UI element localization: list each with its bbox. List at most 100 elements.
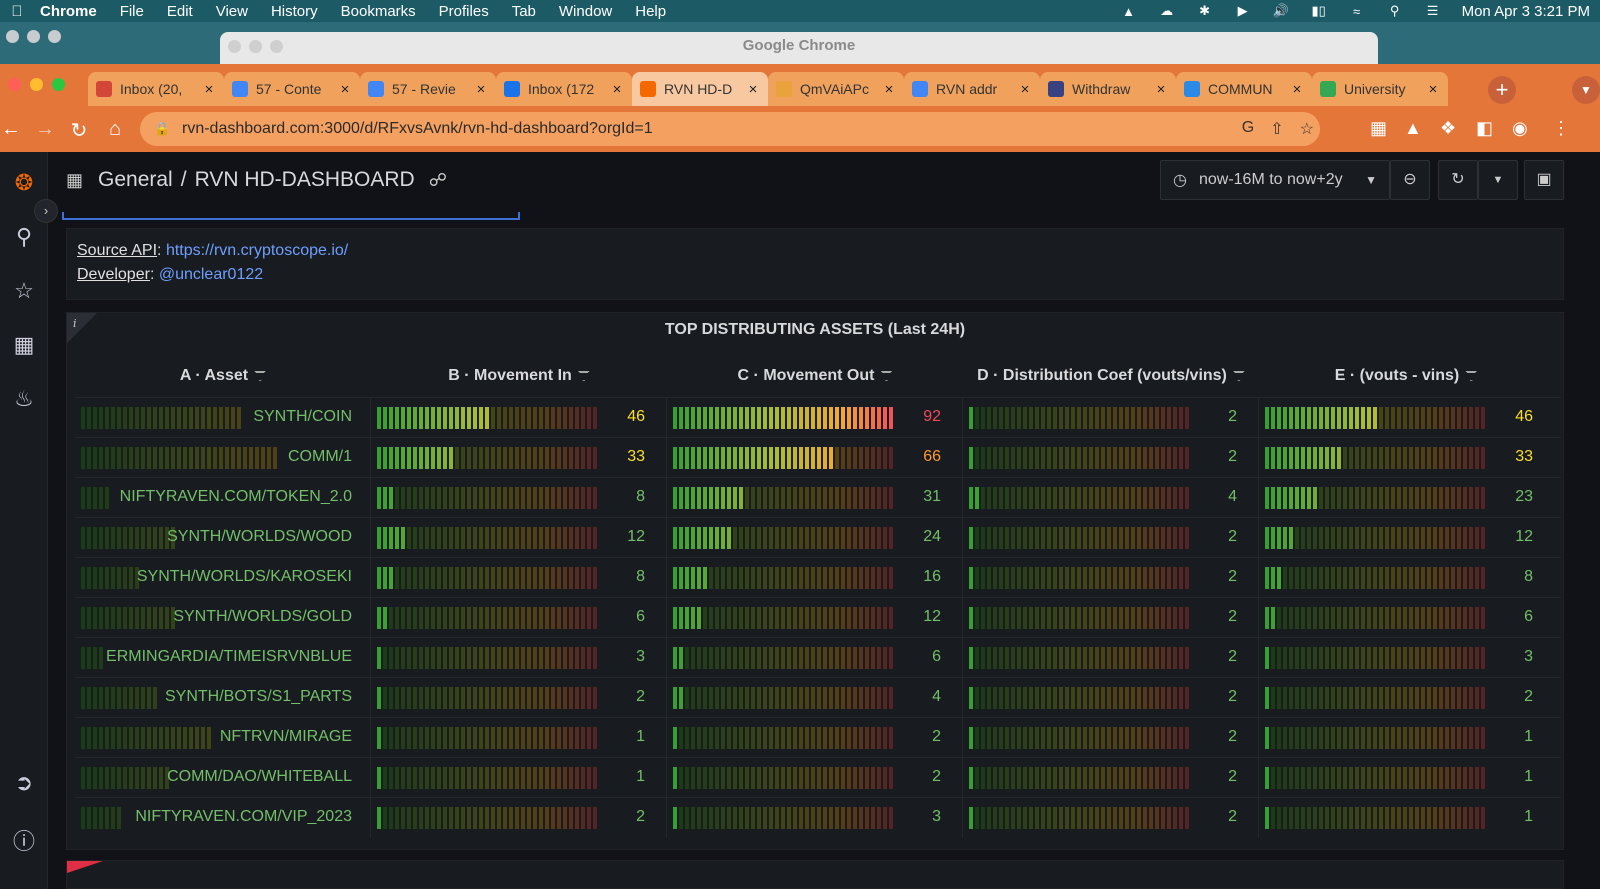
source-api-link[interactable]: https://rvn.cryptoscope.io/: [166, 242, 348, 259]
tab-label[interactable]: COMMUN: [1208, 81, 1290, 97]
kebab-menu-icon[interactable]: ⋮: [1552, 118, 1570, 139]
time-range-picker[interactable]: ◷ now-16M to now+2y ▼: [1160, 160, 1390, 200]
column-header-0[interactable]: A · Asset: [75, 367, 371, 391]
asset-name[interactable]: SYNTH/WORLDS/WOOD: [167, 528, 352, 546]
refresh-button[interactable]: ↻: [1438, 160, 1478, 200]
search-icon[interactable]: ⚲: [0, 224, 48, 250]
google-lens-icon[interactable]: G: [1242, 119, 1254, 139]
breadcrumb-folder[interactable]: General: [98, 168, 173, 192]
tab-label[interactable]: 57 - Revie: [392, 81, 474, 97]
address-bar[interactable]: 🔒 rvn-dashboard.com:3000/d/RFxvsAvnk/rvn…: [140, 112, 1320, 146]
lock-icon[interactable]: 🔒: [154, 121, 170, 137]
close-tab-icon[interactable]: ×: [610, 81, 624, 98]
asset-name[interactable]: NIFTYRAVEN.COM/VIP_2023: [135, 808, 352, 826]
starred-icon[interactable]: ☆: [0, 278, 48, 304]
tab-label[interactable]: RVN HD-D: [664, 81, 746, 97]
asset-name[interactable]: SYNTH/COIN: [253, 408, 352, 426]
play-icon[interactable]: ▶: [1234, 3, 1252, 18]
url-text[interactable]: rvn-dashboard.com:3000/d/RFxvsAvnk/rvn-h…: [182, 120, 653, 138]
filter-icon[interactable]: [577, 370, 590, 381]
menu-edit[interactable]: Edit: [167, 3, 193, 20]
menu-help[interactable]: Help: [635, 3, 666, 20]
tab-5[interactable]: QmVAiAPc ×: [768, 72, 904, 106]
tab-label[interactable]: Inbox (172: [528, 81, 610, 97]
filter-icon[interactable]: [880, 370, 893, 381]
menu-profiles[interactable]: Profiles: [439, 3, 489, 20]
panel-title[interactable]: TOP DISTRIBUTING ASSETS (Last 24H): [67, 321, 1563, 339]
tab-label[interactable]: RVN addr: [936, 81, 1018, 97]
column-header-1[interactable]: B · Movement In: [371, 367, 667, 391]
asset-name[interactable]: ERMINGARDIA/TIMEISRVNBLUE: [106, 648, 352, 666]
back-arrow-icon[interactable]: ←: [0, 118, 22, 141]
filter-icon[interactable]: [1465, 370, 1478, 381]
tab-2[interactable]: 57 - Revie ×: [360, 72, 496, 106]
help-icon[interactable]: ⓘ: [0, 824, 48, 856]
developer-link[interactable]: @unclear0122: [159, 266, 263, 283]
home-icon[interactable]: ⌂: [104, 118, 126, 141]
tab-6[interactable]: RVN addr ×: [904, 72, 1040, 106]
close-window-button[interactable]: [8, 78, 21, 91]
avatar[interactable]: ◉: [1512, 118, 1528, 139]
dashboards-icon[interactable]: ▦: [0, 332, 48, 358]
control-center-icon[interactable]: ☰: [1424, 3, 1442, 18]
zoom-out-button[interactable]: ⊖: [1390, 160, 1430, 200]
grafana-logo-icon[interactable]: ❂: [0, 170, 48, 196]
column-header-label[interactable]: D · Distribution Coef (vouts/vins): [977, 367, 1227, 384]
apple-icon[interactable]: : [8, 2, 26, 20]
column-header-label[interactable]: B · Movement In: [448, 367, 572, 384]
tab-1[interactable]: 57 - Conte ×: [224, 72, 360, 106]
menu-app-name[interactable]: Chrome: [40, 3, 97, 20]
tv-mode-button[interactable]: ▣: [1524, 160, 1564, 200]
bookmark-star-icon[interactable]: ☆: [1300, 119, 1314, 139]
column-header-2[interactable]: C · Movement Out: [667, 367, 963, 391]
close-tab-icon[interactable]: ×: [746, 81, 760, 98]
menu-window[interactable]: Window: [559, 3, 612, 20]
asset-name[interactable]: COMM/DAO/WHITEBALL: [167, 768, 352, 786]
column-header-3[interactable]: D · Distribution Coef (vouts/vins): [963, 367, 1259, 391]
share-dashboard-icon[interactable]: ☍: [429, 170, 447, 191]
column-header-4[interactable]: E · (vouts - vins): [1259, 367, 1553, 391]
zoom-window-button[interactable]: [52, 78, 65, 91]
close-tab-icon[interactable]: ×: [338, 81, 352, 98]
tab-8[interactable]: COMMUN ×: [1176, 72, 1312, 106]
battery-icon[interactable]: ▮▯: [1310, 3, 1328, 18]
new-tab-button[interactable]: +: [1488, 76, 1516, 104]
filter-icon[interactable]: [1232, 370, 1245, 381]
asset-name[interactable]: SYNTH/WORLDS/KAROSEKI: [137, 568, 352, 586]
close-tab-icon[interactable]: ×: [474, 81, 488, 98]
menu-clock[interactable]: Mon Apr 3 3:21 PM: [1462, 3, 1590, 20]
column-header-label[interactable]: E · (vouts - vins): [1335, 367, 1459, 384]
page-title[interactable]: RVN HD-DASHBOARD: [195, 168, 415, 192]
tab-label[interactable]: Inbox (20,: [120, 81, 202, 97]
asset-name[interactable]: NFTRVN/MIRAGE: [220, 728, 352, 746]
extension-icon[interactable]: ▦: [1370, 118, 1387, 139]
menu-file[interactable]: File: [120, 3, 144, 20]
creative-cloud-icon[interactable]: ☁: [1158, 3, 1176, 18]
filter-icon[interactable]: [254, 370, 267, 381]
asset-name[interactable]: COMM/1: [288, 448, 352, 466]
volume-icon[interactable]: 🔊: [1272, 3, 1290, 18]
close-tab-icon[interactable]: ×: [202, 81, 216, 98]
tab-label[interactable]: Withdraw: [1072, 81, 1154, 97]
asset-name[interactable]: SYNTH/BOTS/S1_PARTS: [165, 688, 352, 706]
tab-9[interactable]: University ×: [1312, 72, 1448, 106]
metamask-icon[interactable]: ▲: [1404, 118, 1422, 139]
menu-history[interactable]: History: [271, 3, 318, 20]
wifi-icon[interactable]: ≈: [1348, 4, 1366, 19]
refresh-interval-chevron-icon[interactable]: ▼: [1478, 160, 1518, 200]
menu-bookmarks[interactable]: Bookmarks: [341, 3, 416, 20]
tab-7[interactable]: Withdraw ×: [1040, 72, 1176, 106]
expand-menu-chevron-icon[interactable]: ›: [34, 199, 58, 223]
chevron-down-icon[interactable]: ▼: [1365, 173, 1377, 187]
share-icon[interactable]: ⇧: [1270, 119, 1283, 139]
tab-search-chevron-icon[interactable]: ▼: [1572, 76, 1600, 104]
tab-3[interactable]: Inbox (172 ×: [496, 72, 632, 106]
minimize-window-button[interactable]: [30, 78, 43, 91]
column-header-label[interactable]: A · Asset: [180, 367, 248, 384]
close-tab-icon[interactable]: ×: [1290, 81, 1304, 98]
bluetooth-icon[interactable]: ✱: [1196, 3, 1214, 18]
forward-arrow-icon[interactable]: →: [34, 118, 56, 141]
tab-label[interactable]: 57 - Conte: [256, 81, 338, 97]
close-tab-icon[interactable]: ×: [1426, 81, 1440, 98]
tab-label[interactable]: QmVAiAPc: [800, 81, 882, 97]
